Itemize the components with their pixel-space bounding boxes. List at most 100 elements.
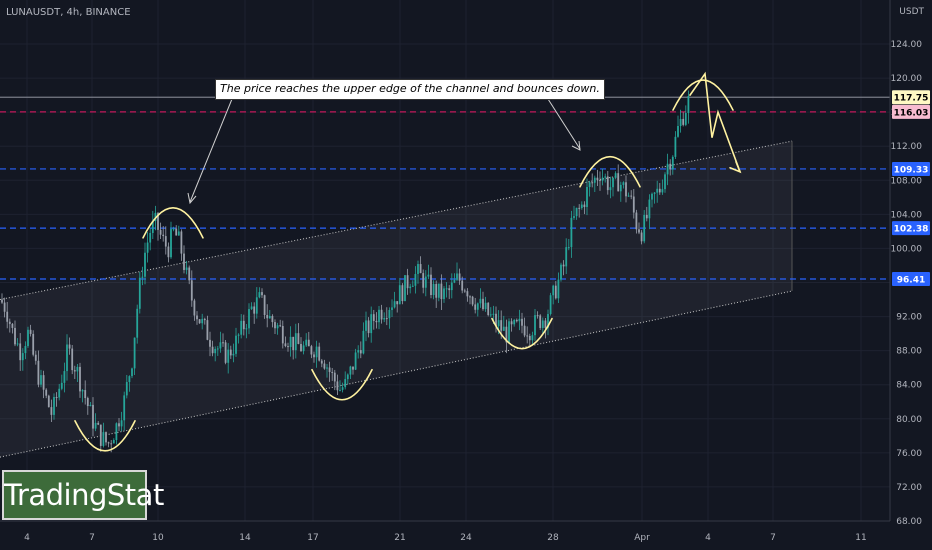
candle-body xyxy=(396,301,399,305)
candle-body xyxy=(11,323,14,328)
candle-body xyxy=(97,422,100,425)
channel-area xyxy=(0,141,792,458)
candle-body xyxy=(99,424,102,446)
annotation-callout: The price reaches the upper edge of the … xyxy=(215,79,605,100)
candle-body xyxy=(687,95,690,114)
candle-body xyxy=(279,325,282,327)
candle-body xyxy=(625,182,627,197)
candle-body xyxy=(674,136,677,157)
candle-body xyxy=(206,320,209,340)
candle-body xyxy=(648,199,651,219)
y-tick-label: 76.00 xyxy=(896,449,922,459)
candle-body xyxy=(172,228,175,230)
candle-body xyxy=(653,192,656,194)
candle-body xyxy=(92,404,94,429)
candle-body xyxy=(544,320,547,328)
y-tick-label: 72.00 xyxy=(896,483,922,493)
candle-body xyxy=(456,273,458,280)
candle-body xyxy=(60,382,63,389)
candle-body xyxy=(224,342,227,363)
candle-body xyxy=(175,228,178,236)
candle-body xyxy=(250,306,253,310)
candle-body xyxy=(588,182,591,188)
y-tick-label: 120.00 xyxy=(891,74,923,84)
candle-body xyxy=(562,264,565,267)
price-badge-label: 116.03 xyxy=(894,108,929,118)
x-tick-label: 24 xyxy=(460,533,472,543)
candle-body xyxy=(554,285,557,299)
candle-body xyxy=(606,176,609,191)
candle-body xyxy=(617,173,620,192)
candle-body xyxy=(263,295,266,316)
candle-body xyxy=(37,360,40,385)
candle-body xyxy=(237,334,240,336)
y-tick-label: 100.00 xyxy=(891,244,923,254)
candle-body xyxy=(141,276,144,278)
candle-body xyxy=(281,325,284,344)
candle-body xyxy=(474,304,477,310)
y-tick-label: 112.00 xyxy=(891,142,923,152)
candle-body xyxy=(596,177,599,181)
candle-body xyxy=(424,276,427,288)
candle-body xyxy=(232,353,235,356)
candle-body xyxy=(643,214,646,242)
candle-body xyxy=(94,422,97,429)
candle-body xyxy=(567,247,570,249)
candle-body xyxy=(359,350,362,354)
candle-body xyxy=(185,267,188,270)
candle-body xyxy=(440,283,443,300)
candle-body xyxy=(19,343,22,361)
candle-body xyxy=(510,321,513,325)
x-tick-label: 10 xyxy=(152,533,164,543)
candle-body xyxy=(365,320,367,331)
candle-body xyxy=(297,333,300,344)
candle-body xyxy=(3,302,6,312)
candle-body xyxy=(344,379,347,388)
candle-body xyxy=(417,264,419,274)
candle-body xyxy=(518,318,521,322)
candle-body xyxy=(375,320,378,323)
candle-body xyxy=(45,389,48,396)
candle-body xyxy=(112,440,115,444)
candle-body xyxy=(406,275,409,289)
candle-body xyxy=(118,423,120,427)
candle-body xyxy=(651,193,653,200)
candle-body xyxy=(528,335,531,341)
candle-body xyxy=(209,339,211,347)
candle-body xyxy=(196,315,198,320)
candle-body xyxy=(105,432,107,443)
candle-body xyxy=(240,320,243,335)
candle-body xyxy=(578,207,581,209)
price-badge-label: 117.75 xyxy=(894,94,929,104)
candle-body xyxy=(222,342,224,344)
x-tick-label: 7 xyxy=(770,533,776,543)
candle-body xyxy=(255,297,258,314)
price-badge-label: 96.41 xyxy=(897,276,925,286)
candle-body xyxy=(393,301,396,308)
candle-body xyxy=(274,322,276,329)
candle-body xyxy=(401,285,404,302)
y-tick-label: 68.00 xyxy=(896,517,922,527)
candle-body xyxy=(370,314,373,334)
candle-body xyxy=(170,229,172,258)
candle-body xyxy=(242,320,245,330)
candle-body xyxy=(235,335,237,354)
candle-body xyxy=(198,319,201,324)
candle-body xyxy=(216,348,219,350)
candle-body xyxy=(458,273,461,281)
y-tick-label: 92.00 xyxy=(896,313,922,323)
candle-body xyxy=(378,309,380,323)
symbol-title: LUNAUSDT, 4h, BINANCE xyxy=(6,7,131,18)
candle-body xyxy=(630,195,633,197)
candle-body xyxy=(664,174,666,190)
candle-body xyxy=(131,368,133,377)
candle-body xyxy=(159,229,162,235)
candle-body xyxy=(8,321,11,324)
candle-body xyxy=(346,374,349,380)
candle-body xyxy=(284,343,287,347)
candle-body xyxy=(677,126,679,137)
candle-body xyxy=(539,315,542,328)
candle-body xyxy=(81,390,84,392)
candle-body xyxy=(632,196,635,213)
candle-body xyxy=(320,360,323,364)
